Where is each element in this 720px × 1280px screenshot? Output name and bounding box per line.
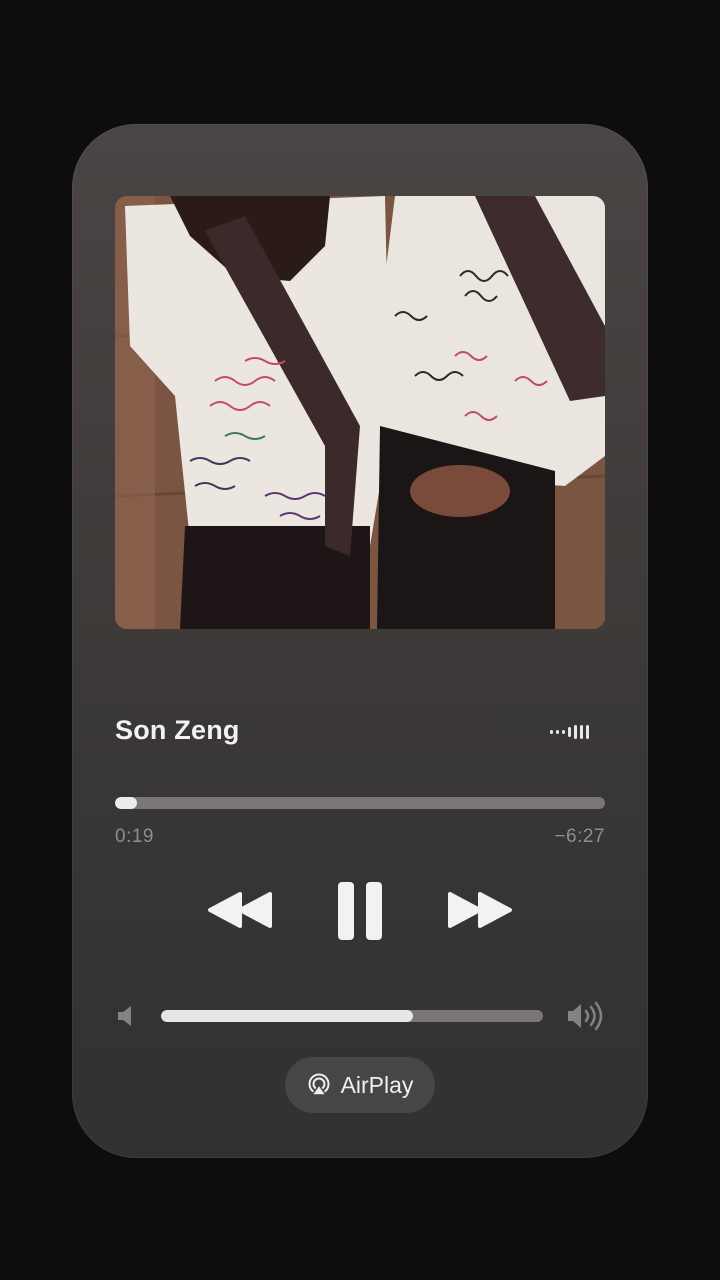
volume-level-fill (161, 1010, 414, 1022)
pause-icon[interactable] (336, 880, 384, 942)
speaker-high-icon (568, 1001, 603, 1031)
elapsed-time: 0:19 (115, 826, 154, 847)
playback-controls (72, 876, 648, 946)
fast-forward-icon[interactable] (444, 890, 514, 930)
track-title: Son Zeng (115, 715, 240, 745)
audio-waveform-icon[interactable] (550, 724, 592, 740)
volume-slider[interactable] (161, 1010, 543, 1022)
now-playing-card: Son Zeng 0:19 −6:27 AirPlay (72, 124, 648, 1158)
rewind-icon[interactable] (206, 890, 276, 930)
speaker-low-icon (118, 1006, 131, 1026)
airplay-icon (308, 1073, 330, 1096)
remaining-time: −6:27 (554, 826, 605, 847)
playback-progress-fill (115, 797, 138, 809)
playback-scrubber[interactable] (115, 797, 605, 809)
album-artwork (115, 196, 605, 629)
airplay-button[interactable]: AirPlay (285, 1057, 435, 1113)
airplay-label: AirPlay (340, 1071, 414, 1098)
